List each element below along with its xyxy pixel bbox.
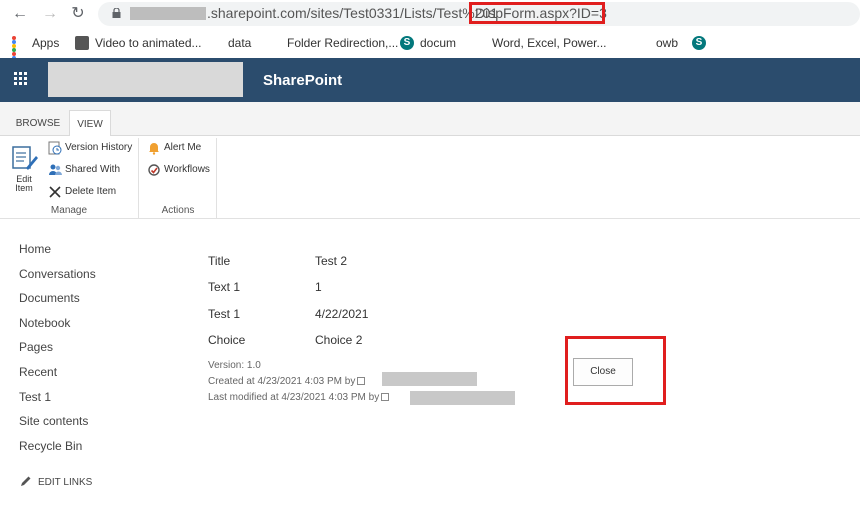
modified-info: Last modified at 4/23/2021 4:03 PM by [208,392,390,403]
workflows-button[interactable]: Workflows [147,163,210,177]
browser-address-row: ← → ↻ .sharepoint.com/sites/Test0331/Lis… [0,0,860,28]
group-label-manage: Manage [50,205,88,216]
forward-arrow-icon[interactable]: → [40,4,60,24]
sharepoint-icon: S [692,36,706,50]
bookmark-microsoft[interactable] [606,35,626,51]
bookmarks-bar: Apps Video to animated... data Folder Re… [0,29,860,72]
version-history-icon [48,141,62,155]
edit-item-icon [12,146,38,170]
video-icon [75,36,89,50]
app-launcher-icon[interactable] [14,72,27,85]
nav-item-home[interactable]: Home [19,240,159,265]
microsoft-icon [267,36,281,50]
version-info: Version: 1.0 [208,360,261,371]
bookmark-word-excel[interactable]: Word, Excel, Power... [472,35,607,51]
shared-with-icon [48,163,62,177]
nav-item-site-contents[interactable]: Site contents [19,412,159,437]
bookmark-data[interactable]: data [208,35,251,51]
field-label-choice: Choice [208,333,246,347]
tab-browse[interactable]: BROWSE [12,110,64,136]
delete-x-icon [48,185,62,199]
user-presence-icon [381,393,390,401]
ribbon: Edit Item Version History Shared With De… [0,136,860,219]
nav-item-pages[interactable]: Pages [19,338,159,363]
pencil-icon [21,476,31,486]
field-label-text-1: Text 1 [208,280,241,294]
nav-item-notebook[interactable]: Notebook [19,314,159,339]
version-history-button[interactable]: Version History [48,141,132,155]
reload-icon[interactable]: ↻ [68,4,88,24]
edit-item-label-2: Item [15,183,33,193]
lock-icon [112,8,121,18]
microsoft-icon [472,36,486,50]
created-info: Created at 4/23/2021 4:03 PM by [208,376,366,387]
back-arrow-icon[interactable]: ← [10,4,30,24]
field-value-title: Test 2 [315,254,348,268]
edit-item-button[interactable]: Edit Item [8,144,40,193]
bell-icon [147,141,161,155]
microsoft-icon [606,36,620,50]
nav-item-conversations[interactable]: Conversations [19,265,159,290]
url-highlight-box [469,2,605,24]
redacted-domain [130,7,206,20]
bookmark-video[interactable]: Video to animated... [75,35,202,51]
field-label-title: Title [208,254,231,268]
field-value-text-1: 1 [315,280,322,294]
ribbon-divider [216,138,217,218]
bookmark-owb[interactable]: owb [636,35,678,51]
sharepoint-icon: S [400,36,414,50]
redacted-user [382,372,477,386]
suite-title[interactable]: SharePoint [263,72,342,89]
alert-me-button[interactable]: Alert Me [147,141,201,155]
nav-item-test-1[interactable]: Test 1 [19,388,159,413]
close-button[interactable]: Close [573,358,633,386]
field-value-choice: Choice 2 [315,333,363,347]
bookmark-docum[interactable]: Sdocum [400,35,456,51]
suite-bar: SharePoint [0,58,860,102]
microsoft-icon [636,36,650,50]
bookmark-apps[interactable]: Apps [12,35,59,72]
redacted-logo [48,62,243,97]
field-label-test-1: Test 1 [208,307,241,321]
redacted-user [410,391,515,405]
nav-item-recent[interactable]: Recent [19,363,159,388]
apps-grid-icon [12,36,26,72]
microsoft-icon [208,36,222,50]
nav-item-recycle-bin[interactable]: Recycle Bin [19,437,159,462]
tab-view[interactable]: VIEW [69,110,111,137]
nav-item-documents[interactable]: Documents [19,289,159,314]
field-value-test-1: 4/22/2021 [315,307,369,321]
bookmark-sharepoint[interactable]: S [692,35,712,51]
left-navigation: Home Conversations Documents Notebook Pa… [19,240,159,461]
group-label-actions: Actions [161,205,195,216]
user-presence-icon [357,377,366,385]
delete-item-button[interactable]: Delete Item [48,185,116,199]
edit-links-button[interactable]: EDIT LINKS [20,475,92,488]
bookmark-folder-redirection[interactable]: Folder Redirection,... [267,35,398,51]
shared-with-button[interactable]: Shared With [48,163,120,177]
ribbon-tabs: BROWSE VIEW [0,102,860,137]
url-text: .sharepoint.com/sites/Test0331/Lists/Tes… [207,5,499,21]
workflows-icon [147,163,161,177]
